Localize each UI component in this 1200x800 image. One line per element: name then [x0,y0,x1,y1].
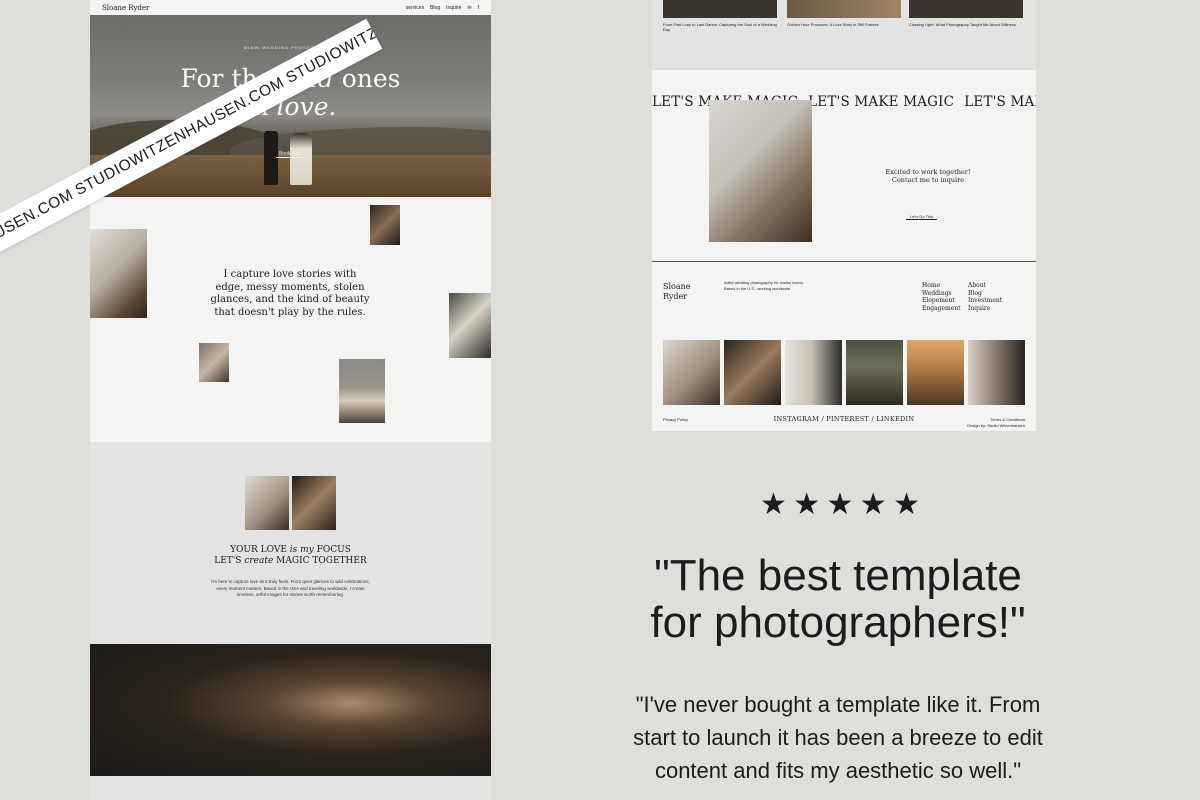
gallery-photo [907,340,964,405]
design-credit: Design by: Studio Witzenhausen [967,423,1025,428]
photo-staircase [90,229,147,318]
gallery-photo [968,340,1025,405]
photo-shoes [199,343,229,382]
contact-cta-section: LET'S MAKE MAGIC LET'S MAKE MAGIC LET'S … [652,70,1036,261]
bouquet-banner-photo [90,644,491,776]
blog-thumb[interactable] [909,0,1023,18]
nav-links: services Blog Inquire ✉ f [406,5,479,11]
blog-preview: From First Look to Last Dance: Capturing… [652,0,1036,68]
footer-brand[interactable]: Sloane Ryder [663,282,691,302]
focus-section: YOUR LOVE is my FOCUS LET'S create MAGIC… [90,442,491,644]
footer-link[interactable]: Inquire [968,305,1002,313]
testimonial-headline: "The best template for photographers!" [650,551,1026,647]
footer-link[interactable]: Blog [968,290,1002,298]
facebook-icon[interactable]: f [478,5,479,11]
lets-do-this-button[interactable]: Let's Do This [906,214,938,220]
footer-link[interactable]: Elopement [922,297,961,305]
hero-eyebrow: MIAMI WEDDING PHOTOGRAPHER [243,45,338,50]
star-icon: ★ [826,488,854,521]
photo-focus-bouquet [292,476,336,530]
footer-link[interactable]: Engagement [922,305,961,313]
nav-link-blog[interactable]: Blog [430,5,440,11]
blog-title[interactable]: From First Look to Last Dance: Capturing… [663,22,777,32]
star-icon: ★ [793,488,821,521]
gallery-photo [785,340,842,405]
focus-heading: YOUR LOVE is my FOCUS LET'S create MAGIC… [214,545,367,566]
footer-link[interactable]: Investment [968,297,1002,305]
site-logo[interactable]: Sloane Ryder [102,4,149,12]
contact-invite: Excited to work together! Contact me to … [885,168,971,184]
footer-link[interactable]: About [968,282,1002,290]
star-icon: ★ [859,488,887,521]
footer-legal: Terms & Conditions Design by: Studio Wit… [967,417,1025,429]
mail-icon[interactable]: ✉ [467,5,471,11]
intro-statement: I capture love stories with edge, messy … [210,269,370,318]
gallery-photo [846,340,903,405]
photo-couple-staircase [709,100,812,242]
book-now-button[interactable]: Book Now [276,151,305,158]
photo-hands-bouquet [449,293,491,358]
footer-link[interactable]: Home [922,282,961,290]
site-footer: Sloane Ryder Artful wedding photography … [652,261,1036,431]
blog-title[interactable]: Chasing Light: What Photography Taught M… [909,22,1023,27]
rating-stars: ★ ★ ★ ★ ★ [760,490,920,520]
nav-link-inquire[interactable]: Inquire [446,5,461,11]
photo-bouquet-small [370,205,400,245]
testimonial-body: "I've never bought a template like it. F… [633,692,1043,783]
photo-bride-beach [339,359,385,423]
page-continuation [90,776,491,800]
blog-thumb[interactable] [663,0,777,18]
star-icon: ★ [893,488,920,521]
footer-link[interactable]: Weddings [922,290,961,298]
nav-link-services[interactable]: services [406,5,424,11]
photo-focus-staircase [245,476,289,530]
mockup-canvas: Sloane Ryder services Blog Inquire ✉ f M… [0,0,1200,800]
blog-thumb[interactable] [787,0,901,18]
blog-title[interactable]: Golden Hour Promises: A Love Story in St… [787,22,901,27]
star-icon: ★ [760,488,787,521]
gallery-photo [724,340,781,405]
site-nav: Sloane Ryder services Blog Inquire ✉ f [90,0,491,15]
homepage-mockup: Sloane Ryder services Blog Inquire ✉ f M… [90,0,491,800]
footer-description: Artful wedding photography for soulful l… [724,280,805,291]
focus-body: I'm here to capture love as it truly fee… [211,579,370,597]
footer-links-col2: About Blog Investment Inquire [968,282,1002,312]
gallery-photo [663,340,720,405]
footer-links-col1: Home Weddings Elopement Engagement [922,282,961,312]
intro-section: I capture love stories with edge, messy … [90,197,491,442]
